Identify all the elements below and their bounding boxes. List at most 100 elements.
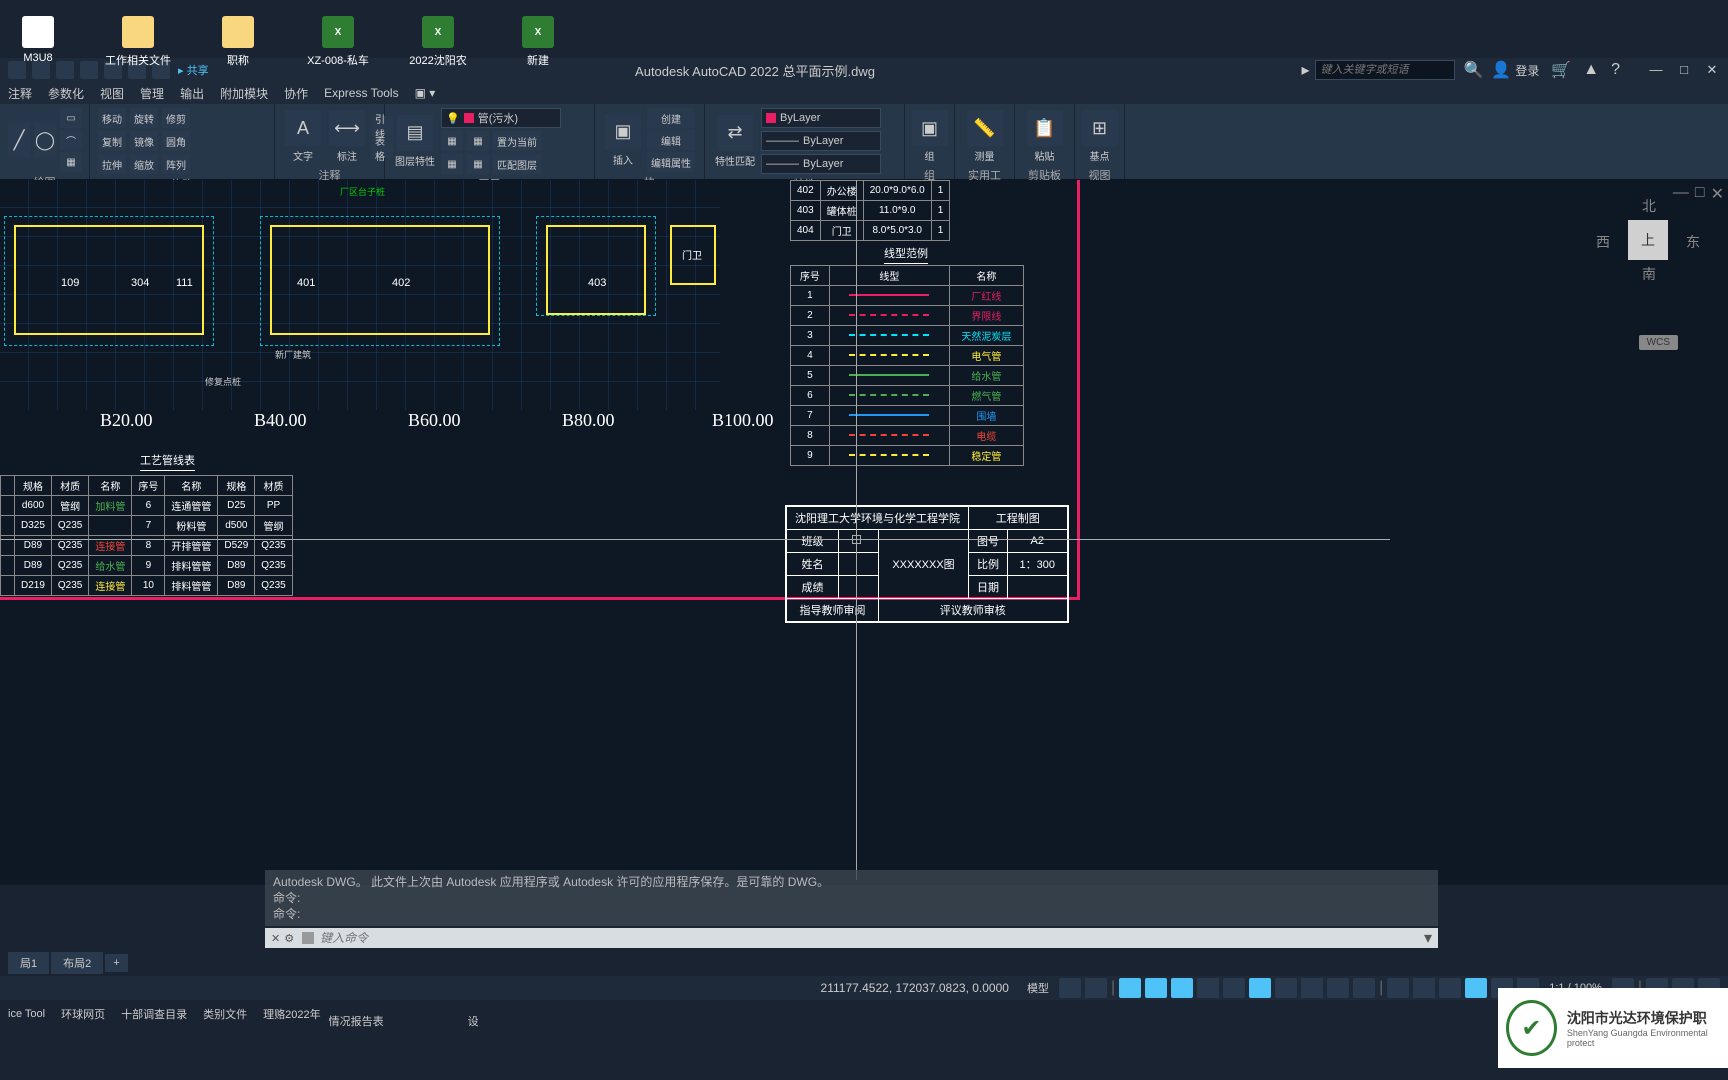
block-attr[interactable]: 编辑属性 <box>647 152 695 172</box>
taskbar-item[interactable]: 理赂2022年 <box>263 1006 320 1022</box>
sc-toggle[interactable] <box>1353 978 1375 998</box>
qp-toggle[interactable] <box>1327 978 1349 998</box>
dim-tool[interactable]: ⟷标注 <box>327 108 367 165</box>
desktop-icon-xz008[interactable]: XXZ-008-私车 <box>308 16 368 68</box>
linetype-dropdown[interactable]: ———ByLayer <box>761 154 881 174</box>
minimize-button[interactable]: — <box>1648 62 1664 78</box>
grid-toggle[interactable] <box>1059 978 1081 998</box>
mirror-button[interactable]: 镜像 <box>130 131 158 151</box>
menu-view[interactable]: 视图 <box>100 85 124 102</box>
menu-express[interactable]: Express Tools <box>324 86 398 100</box>
desktop-icon-2022[interactable]: X2022沈阳农 <box>408 16 468 68</box>
paste-button[interactable]: 📋粘贴 <box>1023 108 1066 165</box>
viewport-minimize-icon[interactable]: — <box>1673 184 1689 204</box>
tab-add[interactable]: + <box>105 954 127 972</box>
menu-output[interactable]: 输出 <box>180 85 204 102</box>
tpy-toggle[interactable] <box>1301 978 1323 998</box>
color-dropdown[interactable]: ByLayer <box>761 108 881 128</box>
viewcube-west[interactable]: 西 <box>1596 232 1610 252</box>
close-button[interactable]: ✕ <box>1704 62 1720 78</box>
layer-tool-1[interactable]: ▦ <box>441 131 463 151</box>
osnap-toggle[interactable] <box>1171 978 1193 998</box>
ducs-toggle[interactable] <box>1223 978 1245 998</box>
search-input[interactable] <box>1315 60 1455 80</box>
dyn-toggle[interactable] <box>1249 978 1271 998</box>
polar-toggle[interactable] <box>1145 978 1167 998</box>
menu-collab[interactable]: 协作 <box>284 85 308 102</box>
layer-setcurrent[interactable]: 置为当前 <box>493 131 541 151</box>
snap-toggle[interactable] <box>1085 978 1107 998</box>
rect-tool-icon[interactable]: ▭ <box>60 108 82 128</box>
desktop-icon-new[interactable]: X新建 <box>508 16 568 68</box>
layer-match[interactable]: 匹配图层 <box>493 154 541 174</box>
array-button[interactable]: 阵列 <box>162 154 190 174</box>
cmd-close-icon[interactable]: ✕ <box>271 932 280 945</box>
match-props-button[interactable]: ⇄特性匹配 <box>713 113 757 170</box>
cmd-customize-icon[interactable]: ⚙ <box>284 932 294 945</box>
search-expand-icon[interactable]: ▸ <box>1301 60 1309 80</box>
taskbar-item[interactable]: 环球网页 <box>61 1006 105 1022</box>
otrack-toggle[interactable] <box>1197 978 1219 998</box>
annoauto-toggle[interactable] <box>1439 978 1461 998</box>
lineweight-dropdown[interactable]: ———ByLayer <box>761 131 881 151</box>
wcs-badge[interactable]: WCS <box>1639 335 1678 350</box>
hatch-tool-icon[interactable]: ▦ <box>60 152 82 172</box>
desktop-icon-title[interactable]: 职称 <box>208 16 268 68</box>
cmd-dropdown-icon[interactable]: ▾ <box>1424 928 1432 948</box>
maximize-button[interactable]: □ <box>1676 62 1692 78</box>
rotate-button[interactable]: 旋转 <box>130 108 158 128</box>
menu-featured[interactable]: ▣ ▾ <box>415 86 436 100</box>
user-icon[interactable]: 👤 <box>1491 60 1511 80</box>
drawing-canvas[interactable]: 109 304 111 401 402 403 门卫 厂区台子桩 新厂建筑 修复… <box>0 180 1728 885</box>
layer-tool-2[interactable]: ▦ <box>467 131 489 151</box>
line-tool-icon[interactable]: ╱ <box>8 122 30 158</box>
menu-addins[interactable]: 附加模块 <box>220 85 268 102</box>
tab-layout2[interactable]: 布局2 <box>51 952 103 974</box>
move-button[interactable]: 移动 <box>98 108 126 128</box>
lwt-toggle[interactable] <box>1275 978 1297 998</box>
viewcube-south[interactable]: 南 <box>1642 264 1656 284</box>
taskbar-item[interactable]: 情况报告表 <box>329 1013 384 1029</box>
taskbar-item[interactable]: ice Tool <box>8 1008 45 1020</box>
cart-icon[interactable]: 🛒 <box>1551 60 1571 80</box>
circle-tool-icon[interactable]: ◯ <box>34 122 56 158</box>
taskbar-item[interactable]: 十部调查目录 <box>121 1006 187 1022</box>
units-toggle[interactable] <box>1465 978 1487 998</box>
text-tool[interactable]: A文字 <box>283 108 323 165</box>
login-button[interactable]: 登录 <box>1515 62 1539 79</box>
block-create[interactable]: 创建 <box>647 108 695 128</box>
desktop-icon-m3u8[interactable]: M3U8 <box>8 16 68 68</box>
arc-tool-icon[interactable]: ⌒ <box>60 130 82 150</box>
ortho-toggle[interactable] <box>1119 978 1141 998</box>
copy-button[interactable]: 复制 <box>98 131 126 151</box>
viewcube[interactable]: 北 南 西 东 上 <box>1608 200 1688 280</box>
command-input[interactable] <box>320 931 1424 945</box>
app-switch-icon[interactable]: ▲ <box>1583 61 1599 79</box>
viewport-maximize-icon[interactable]: □ <box>1695 184 1705 204</box>
status-model[interactable]: 模型 <box>1021 980 1055 996</box>
layer-dropdown[interactable]: 💡管(污水) <box>441 108 561 128</box>
insert-block-button[interactable]: ▣插入 <box>603 112 643 169</box>
viewcube-top[interactable]: 上 <box>1628 220 1668 260</box>
tab-layout1[interactable]: 局1 <box>8 952 49 974</box>
block-edit[interactable]: 编辑 <box>647 130 695 150</box>
layer-tool-4[interactable]: ▦ <box>467 154 489 174</box>
group-button[interactable]: ▣组 <box>913 108 946 165</box>
stretch-button[interactable]: 拉伸 <box>98 154 126 174</box>
help-icon[interactable]: ? <box>1611 61 1620 79</box>
annomon-toggle[interactable] <box>1413 978 1435 998</box>
desktop-icon-workfiles[interactable]: 工作相关文件 <box>108 16 168 68</box>
trim-button[interactable]: 修剪 <box>162 108 190 128</box>
taskbar-item[interactable]: 设 <box>468 1013 479 1029</box>
viewcube-east[interactable]: 东 <box>1686 232 1700 252</box>
scale-button[interactable]: 缩放 <box>130 154 158 174</box>
viewport-close-icon[interactable]: ✕ <box>1711 184 1724 204</box>
measure-button[interactable]: 📏测量 <box>963 108 1006 165</box>
viewcube-north[interactable]: 北 <box>1642 196 1656 216</box>
menu-parametric[interactable]: 参数化 <box>48 85 84 102</box>
layer-tool-3[interactable]: ▦ <box>441 154 463 174</box>
base-button[interactable]: ⊞基点 <box>1083 108 1116 165</box>
menu-annotate[interactable]: 注释 <box>8 85 32 102</box>
search-icon[interactable]: 🔍 <box>1463 60 1483 80</box>
workspace-toggle[interactable] <box>1387 978 1409 998</box>
